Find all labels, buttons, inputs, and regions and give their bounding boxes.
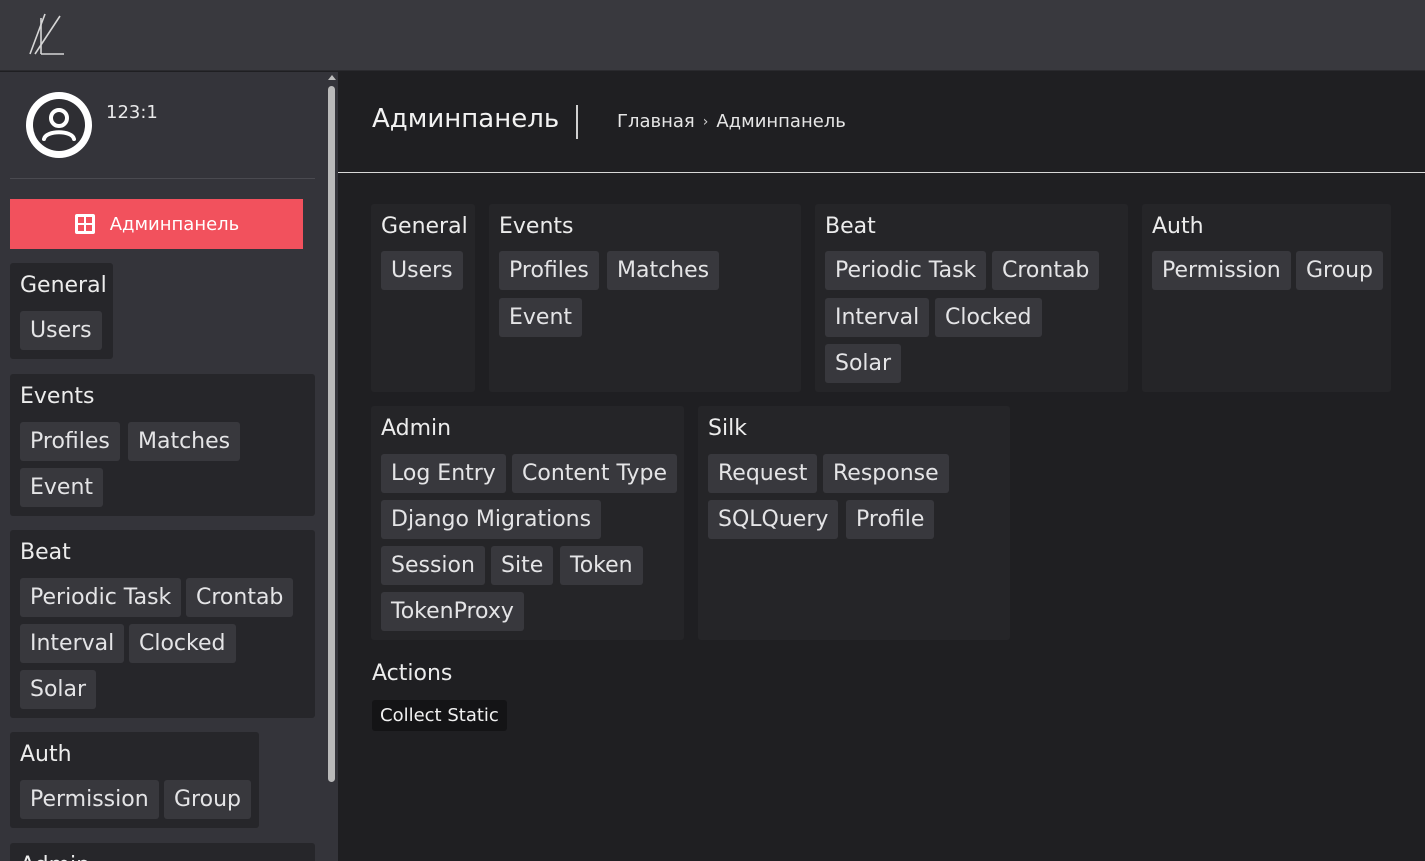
group-title: Auth [1152, 214, 1204, 239]
main-group-admin: Admin Log Entry Content Type Django Migr… [371, 406, 684, 640]
sidebar-group-beat: Beat Periodic Task Crontab Interval Cloc… [10, 530, 315, 718]
main-item-event[interactable]: Event [499, 298, 583, 337]
group-title: Admin [381, 416, 452, 441]
user-avatar-icon[interactable] [26, 92, 92, 158]
main-item-matches[interactable]: Matches [607, 251, 720, 290]
sidebar-item-profiles[interactable]: Profiles [20, 422, 120, 461]
scroll-up-icon[interactable] [328, 75, 336, 80]
main-item-sqlquery[interactable]: SQLQuery [708, 500, 839, 539]
sidebar-item-periodic-task[interactable]: Periodic Task [20, 578, 182, 617]
top-bar [0, 0, 1425, 71]
main-group-beat: Beat Periodic Task Crontab Interval Cloc… [815, 204, 1128, 392]
main-item-clocked[interactable]: Clocked [935, 298, 1042, 337]
group-title: Silk [708, 416, 747, 441]
sidebar-item-interval[interactable]: Interval [20, 624, 125, 663]
main-item-crontab[interactable]: Crontab [992, 251, 1100, 290]
group-title: Events [499, 214, 574, 239]
main-item-response[interactable]: Response [823, 454, 949, 493]
main-group-general: General Users [371, 204, 475, 392]
main-item-tokenproxy[interactable]: TokenProxy [381, 592, 524, 631]
main-item-profile[interactable]: Profile [846, 500, 935, 539]
main-item-session[interactable]: Session [381, 546, 485, 585]
admin-panel-button-label: Админпанель [109, 213, 240, 235]
group-title: Beat [825, 214, 876, 239]
main-group-events: Events Profiles Matches Event [489, 204, 801, 392]
main-group-auth: Auth Permission Group [1142, 204, 1391, 392]
breadcrumb-home[interactable]: Главная [617, 111, 695, 132]
admin-panel-button[interactable]: Админпанель [10, 199, 303, 249]
group-title: Auth [20, 742, 72, 767]
breadcrumb-separator: › [702, 113, 709, 130]
main-item-django-migrations[interactable]: Django Migrations [381, 500, 602, 539]
main-item-solar[interactable]: Solar [825, 344, 902, 383]
main-item-log-entry[interactable]: Log Entry [381, 454, 506, 493]
scroll-thumb[interactable] [328, 86, 335, 782]
sidebar-group-admin: Admin [10, 843, 315, 861]
page-title: Админпанель [372, 104, 560, 134]
main-item-group[interactable]: Group [1296, 251, 1383, 290]
main-item-periodic-task[interactable]: Periodic Task [825, 251, 987, 290]
sidebar-group-auth: Auth Permission Group [10, 732, 259, 828]
actions-title: Actions [372, 661, 453, 686]
sidebar-item-solar[interactable]: Solar [20, 670, 97, 709]
sidebar-item-clocked[interactable]: Clocked [129, 624, 236, 663]
sidebar-group-general: General Users [10, 263, 113, 359]
sidebar-item-event[interactable]: Event [20, 468, 104, 507]
collect-static-button[interactable]: Collect Static [372, 700, 507, 731]
main-divider [338, 172, 1425, 173]
logo-icon[interactable] [26, 12, 66, 56]
breadcrumb: Главная › Админпанель [617, 111, 846, 132]
sidebar-item-matches[interactable]: Matches [128, 422, 241, 461]
grid-icon [74, 214, 95, 234]
main-item-permission[interactable]: Permission [1152, 251, 1291, 290]
sidebar-item-users[interactable]: Users [20, 311, 102, 350]
header-separator [576, 105, 578, 139]
main-item-request[interactable]: Request [708, 454, 818, 493]
group-title: General [381, 214, 468, 239]
group-title: Beat [20, 540, 71, 565]
sidebar-item-permission[interactable]: Permission [20, 780, 159, 819]
group-title: General [20, 273, 107, 298]
main-item-users[interactable]: Users [381, 251, 463, 290]
breadcrumb-current: Админпанель [716, 111, 846, 132]
main-item-content-type[interactable]: Content Type [512, 454, 678, 493]
sidebar-divider [10, 178, 315, 179]
user-name: 123:1 [106, 102, 158, 123]
sidebar-scrollbar[interactable] [326, 72, 338, 861]
group-title: Admin [20, 853, 90, 861]
group-title: Events [20, 384, 95, 409]
main-item-interval[interactable]: Interval [825, 298, 930, 337]
sidebar: 123:1 Админпанель General Users Events P… [0, 72, 338, 861]
main-group-silk: Silk Request Response SQLQuery Profile [698, 406, 1010, 640]
main-item-site[interactable]: Site [491, 546, 554, 585]
main-item-profiles[interactable]: Profiles [499, 251, 599, 290]
sidebar-group-events: Events Profiles Matches Event [10, 374, 315, 516]
sidebar-item-crontab[interactable]: Crontab [186, 578, 294, 617]
sidebar-item-group[interactable]: Group [164, 780, 251, 819]
main-item-token[interactable]: Token [560, 546, 643, 585]
